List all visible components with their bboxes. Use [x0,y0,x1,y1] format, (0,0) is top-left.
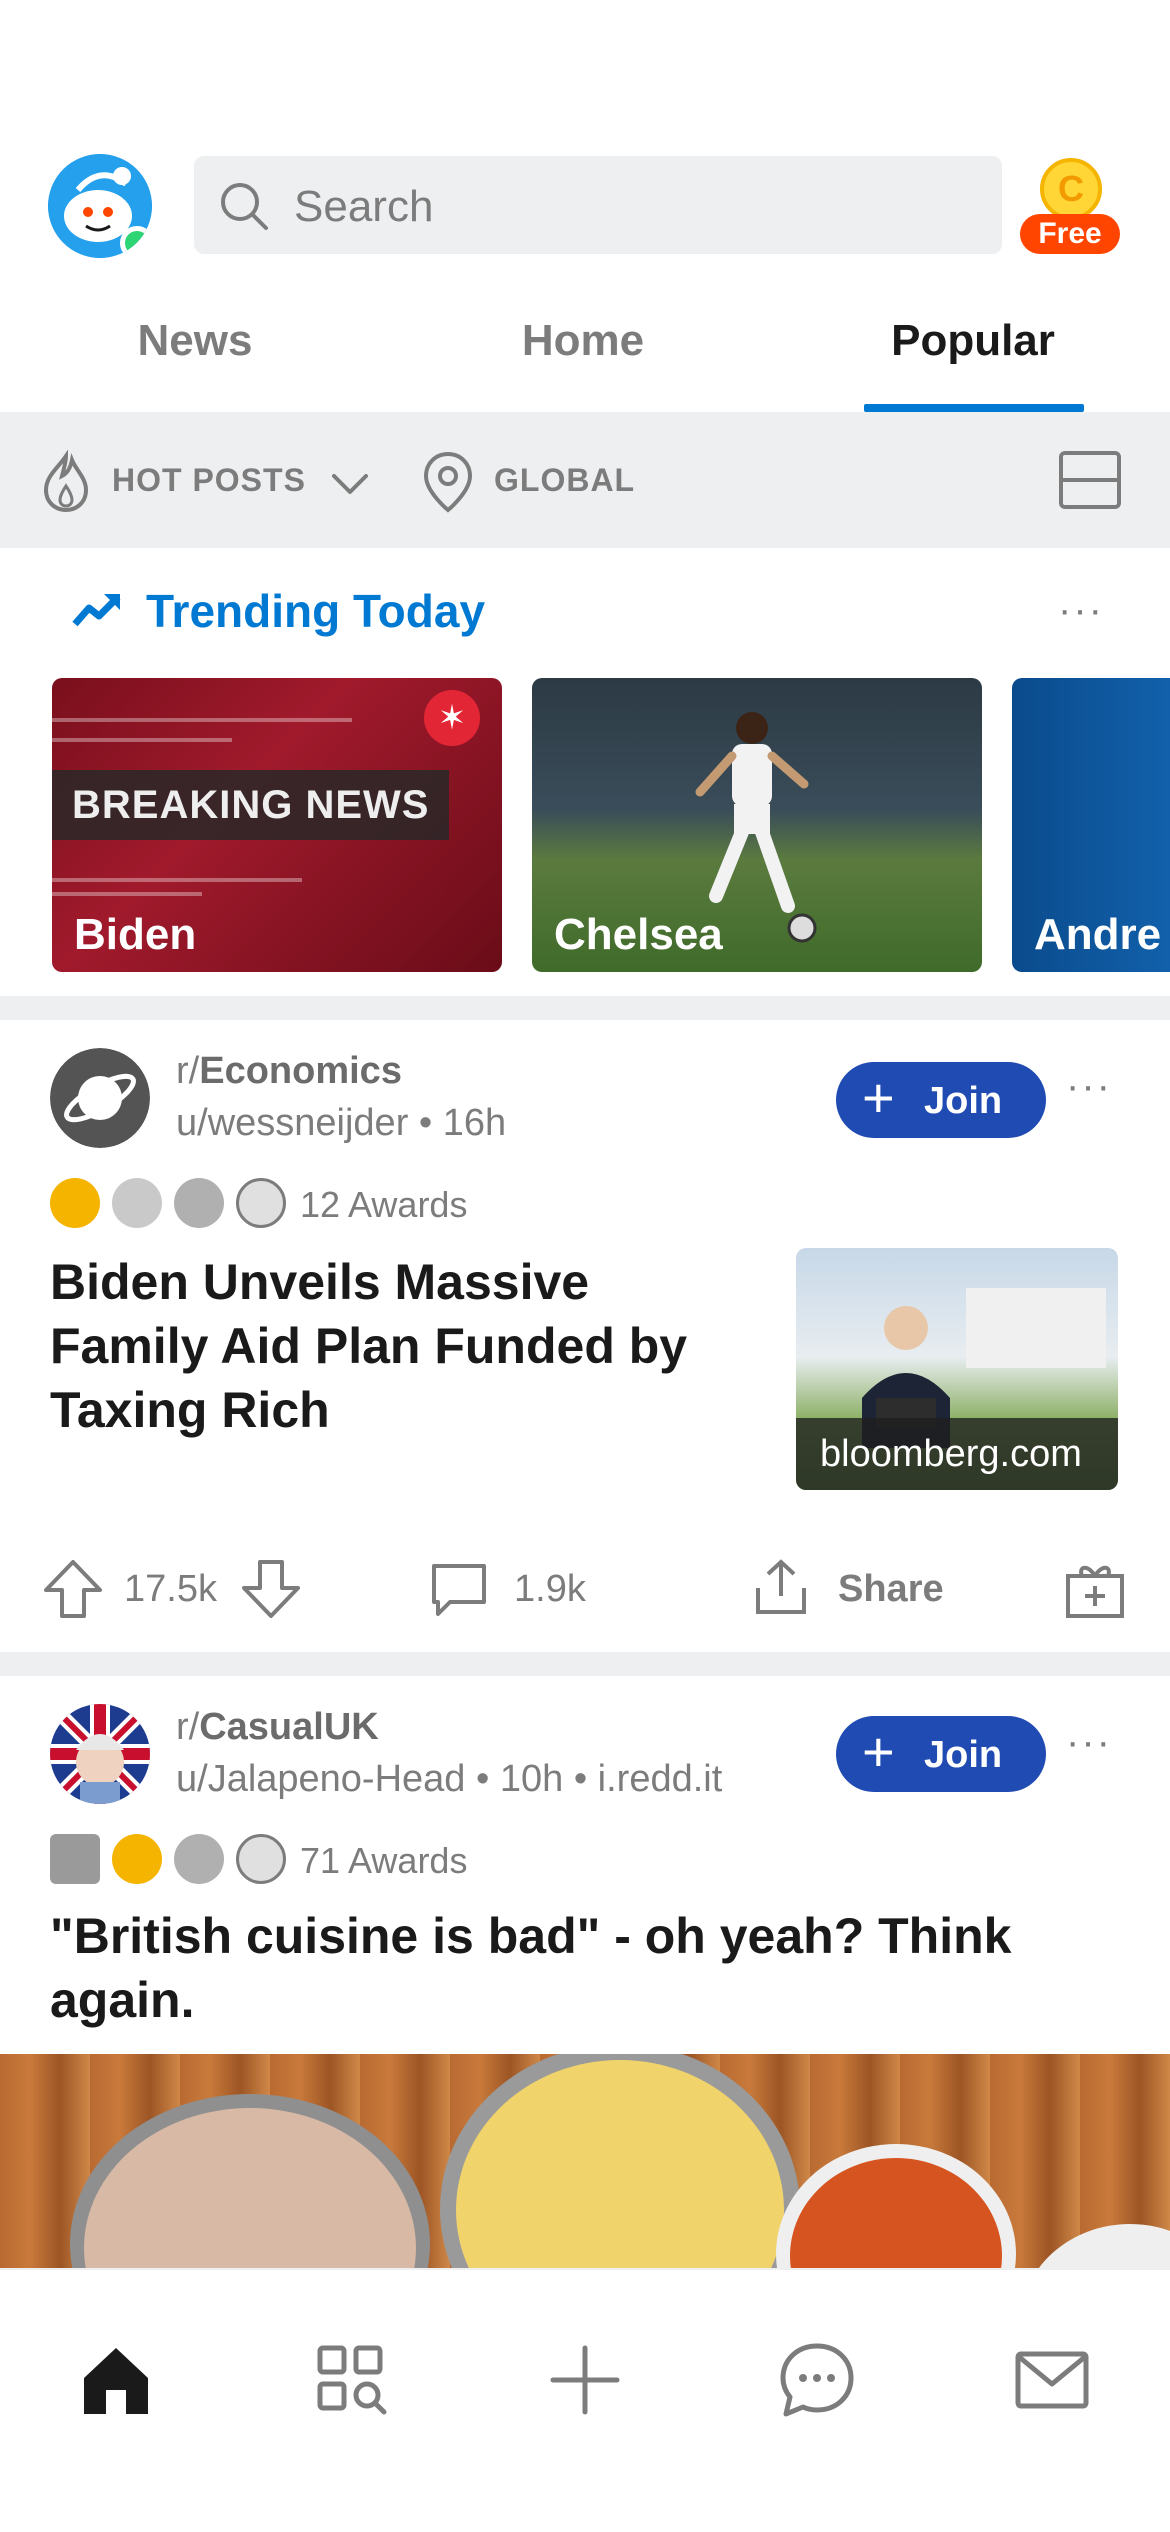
post-more-icon[interactable]: ··· [1066,1720,1112,1765]
location-pin-icon [423,451,473,513]
awards-count: 71 Awards [300,1840,468,1881]
sort-dropdown[interactable]: HOT POSTS [36,442,376,522]
breaking-news-banner: BREAKING NEWS [52,770,450,840]
search-placeholder: Search [294,182,434,231]
join-label: Join [924,1734,1003,1776]
plus-icon: + [862,1720,895,1783]
join-label: Join [924,1080,1003,1122]
feed-filter-bar: HOT POSTS GLOBAL [0,412,1170,548]
vote-count: 17.5k [124,1568,217,1610]
join-button[interactable]: + Join [836,1062,1046,1138]
downvote-icon[interactable] [240,1558,302,1620]
award-rocket-like-icon [50,1834,100,1884]
planet-icon [50,1048,150,1148]
trending-card-label: Biden [74,910,197,959]
upvote-icon[interactable] [42,1558,104,1620]
award-star-icon [112,1834,162,1884]
trending-card-chelsea[interactable]: Chelsea [532,678,982,972]
trending-card-andre[interactable]: Andre [1012,678,1170,972]
user-avatar[interactable] [48,154,152,258]
post-meta: u/Jalapeno-Head • 10h • i.redd.it [176,1758,723,1800]
nav-discover[interactable] [292,2320,412,2440]
status-area [0,0,1170,140]
award-helpful-icon [174,1178,224,1228]
search-icon [221,183,268,230]
free-coins-button[interactable]: C Free [1018,158,1122,254]
trending-more-icon[interactable]: ··· [1058,588,1104,633]
search-bar[interactable]: Search [194,156,1002,254]
trending-card-biden[interactable]: BREAKING NEWS ✶ Biden [52,678,502,972]
link-thumbnail[interactable]: bloomberg.com [796,1248,1118,1490]
gift-award-icon[interactable] [1064,1558,1126,1620]
trending-arrow-icon [72,594,121,627]
divider [0,996,1170,1020]
active-tab-indicator [864,404,1084,412]
share-icon[interactable] [750,1556,812,1618]
chevron-down-icon [332,474,368,494]
chat-icon [780,2343,854,2417]
sort-label: HOT POSTS [112,462,306,498]
coin-icon: C [1040,158,1102,220]
award-helpful-icon [174,1834,224,1884]
online-status-dot [120,226,152,258]
trending-today-section: Trending Today ··· BREAKING NEWS ✶ Biden… [0,548,1170,988]
header: Search C Free [0,150,1170,260]
home-icon [84,2348,148,2414]
post-title[interactable]: "British cuisine is bad" - oh yeah? Thin… [50,1904,1130,2032]
award-gold-icon [50,1178,100,1228]
bowl-partial [1020,2224,1170,2270]
nav-home[interactable] [56,2320,176,2440]
subreddit-name[interactable]: r/CasualUK [176,1706,379,1749]
subreddit-name[interactable]: r/Economics [176,1050,402,1093]
trending-title: Trending Today [146,585,486,637]
nav-inbox[interactable] [992,2320,1112,2440]
comment-icon[interactable] [428,1558,490,1620]
tab-popular[interactable]: Popular [783,316,1163,366]
news-channel-logo-icon: ✶ [424,690,480,746]
post-meta: u/wessneijder • 16h [176,1102,507,1144]
post-title[interactable]: Biden Unveils Massive Family Aid Plan Fu… [50,1250,687,1442]
nav-create[interactable] [525,2320,645,2440]
feed-tabs: News Home Popular [0,300,1170,412]
trending-card-label: Andre [1034,910,1162,959]
nav-chat[interactable] [757,2320,877,2440]
subreddit-avatar[interactable] [50,1704,150,1804]
post-more-icon[interactable]: ··· [1066,1064,1112,1109]
awards-count: 12 Awards [300,1184,468,1225]
trending-card-label: Chelsea [554,910,723,959]
join-button[interactable]: + Join [836,1716,1046,1792]
subreddit-avatar[interactable] [50,1048,150,1148]
divider [0,1652,1170,1676]
award-wholesome-icon [112,1178,162,1228]
plus-icon: + [862,1066,895,1129]
flame-icon [43,450,89,513]
bottom-nav [0,2268,1170,2532]
link-domain: bloomberg.com [796,1418,1118,1490]
post-image[interactable] [0,2054,1170,2270]
create-icon [550,2345,620,2415]
award-silver-icon [236,1834,286,1884]
post-actions: 17.5k 1.9k Share [0,1546,1170,1636]
post-card[interactable]: r/Economics u/wessneijder • 16h + Join ·… [0,1020,1170,1652]
location-label: GLOBAL [494,462,636,498]
discover-icon [317,2345,387,2415]
tab-news[interactable]: News [5,316,385,366]
inbox-icon [1015,2351,1089,2409]
location-filter[interactable]: GLOBAL [420,442,660,522]
post-card[interactable]: r/CasualUK u/Jalapeno-Head • 10h • i.red… [0,1676,1170,2270]
card-view-toggle-icon[interactable] [1058,450,1122,510]
award-silver-icon [236,1178,286,1228]
union-jack-avatar-icon [50,1704,150,1804]
free-label: Free [1020,214,1120,254]
tab-home[interactable]: Home [393,316,773,366]
comment-count[interactable]: 1.9k [514,1568,586,1611]
share-label[interactable]: Share [838,1568,944,1611]
